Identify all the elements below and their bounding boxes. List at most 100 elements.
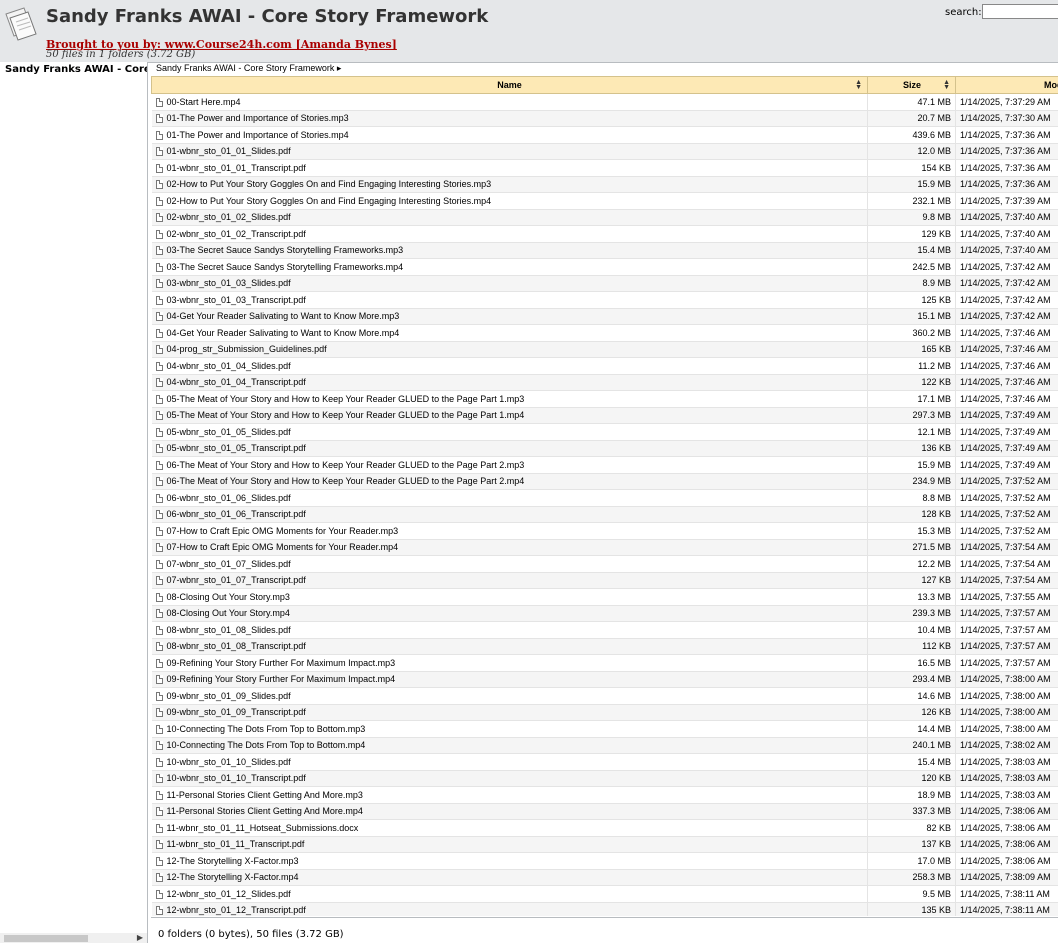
table-row[interactable]: 12-The Storytelling X-Factor.mp4258.3 MB…	[152, 869, 1058, 886]
table-row[interactable]: 07-How to Craft Epic OMG Moments for You…	[152, 539, 1058, 556]
table-row[interactable]: 12-wbnr_sto_01_12_Transcript.pdf135 KB1/…	[152, 902, 1058, 916]
file-name[interactable]: 01-The Power and Importance of Stories.m…	[167, 113, 349, 123]
file-name[interactable]: 12-The Storytelling X-Factor.mp3	[167, 856, 299, 866]
file-name-cell[interactable]: 09-Refining Your Story Further For Maxim…	[152, 655, 868, 672]
table-row[interactable]: 02-How to Put Your Story Goggles On and …	[152, 176, 1058, 193]
file-name[interactable]: 03-wbnr_sto_01_03_Transcript.pdf	[167, 295, 306, 305]
file-name-cell[interactable]: 03-The Secret Sauce Sandys Storytelling …	[152, 259, 868, 276]
file-name-cell[interactable]: 05-The Meat of Your Story and How to Kee…	[152, 391, 868, 408]
file-name[interactable]: 09-Refining Your Story Further For Maxim…	[167, 658, 396, 668]
file-name-cell[interactable]: 01-The Power and Importance of Stories.m…	[152, 127, 868, 144]
table-row[interactable]: 11-wbnr_sto_01_11_Hotseat_Submissions.do…	[152, 820, 1058, 837]
file-name-cell[interactable]: 04-wbnr_sto_01_04_Slides.pdf	[152, 358, 868, 375]
table-row[interactable]: 03-The Secret Sauce Sandys Storytelling …	[152, 242, 1058, 259]
file-name[interactable]: 07-How to Craft Epic OMG Moments for You…	[167, 526, 399, 536]
table-row[interactable]: 04-Get Your Reader Salivating to Want to…	[152, 325, 1058, 342]
file-name[interactable]: 01-wbnr_sto_01_01_Slides.pdf	[167, 146, 291, 156]
file-name[interactable]: 06-wbnr_sto_01_06_Slides.pdf	[167, 493, 291, 503]
scroll-right-arrow-icon[interactable]: ▶	[137, 933, 143, 943]
file-name-cell[interactable]: 10-Connecting The Dots From Top to Botto…	[152, 737, 868, 754]
file-name[interactable]: 03-The Secret Sauce Sandys Storytelling …	[167, 245, 404, 255]
file-name[interactable]: 04-Get Your Reader Salivating to Want to…	[167, 328, 400, 338]
file-name[interactable]: 11-Personal Stories Client Getting And M…	[167, 790, 363, 800]
file-name[interactable]: 03-The Secret Sauce Sandys Storytelling …	[167, 262, 404, 272]
file-name[interactable]: 08-Closing Out Your Story.mp4	[167, 608, 290, 618]
file-name-cell[interactable]: 09-wbnr_sto_01_09_Slides.pdf	[152, 688, 868, 705]
file-name[interactable]: 09-wbnr_sto_01_09_Transcript.pdf	[167, 707, 306, 717]
file-name-cell[interactable]: 07-How to Craft Epic OMG Moments for You…	[152, 523, 868, 540]
file-name[interactable]: 12-wbnr_sto_01_12_Slides.pdf	[167, 889, 291, 899]
table-row[interactable]: 08-wbnr_sto_01_08_Transcript.pdf112 KB1/…	[152, 638, 1058, 655]
file-name[interactable]: 04-Get Your Reader Salivating to Want to…	[167, 311, 400, 321]
file-name-cell[interactable]: 06-wbnr_sto_01_06_Slides.pdf	[152, 490, 868, 507]
file-name-cell[interactable]: 03-wbnr_sto_01_03_Slides.pdf	[152, 275, 868, 292]
file-name-cell[interactable]: 02-How to Put Your Story Goggles On and …	[152, 193, 868, 210]
file-name[interactable]: 11-wbnr_sto_01_11_Hotseat_Submissions.do…	[167, 823, 359, 833]
file-name[interactable]: 12-wbnr_sto_01_12_Transcript.pdf	[167, 905, 306, 915]
file-name-cell[interactable]: 08-Closing Out Your Story.mp4	[152, 605, 868, 622]
file-name[interactable]: 05-The Meat of Your Story and How to Kee…	[167, 394, 525, 404]
column-header-size[interactable]: Size▲▼	[868, 77, 956, 94]
file-name[interactable]: 08-wbnr_sto_01_08_Slides.pdf	[167, 625, 291, 635]
table-row[interactable]: 01-The Power and Importance of Stories.m…	[152, 110, 1058, 127]
table-row[interactable]: 00-Start Here.mp447.1 MB1/14/2025, 7:37:…	[152, 94, 1058, 111]
file-name[interactable]: 04-wbnr_sto_01_04_Transcript.pdf	[167, 377, 306, 387]
file-name-cell[interactable]: 10-wbnr_sto_01_10_Transcript.pdf	[152, 770, 868, 787]
file-name[interactable]: 09-Refining Your Story Further For Maxim…	[167, 674, 396, 684]
table-row[interactable]: 10-wbnr_sto_01_10_Slides.pdf15.4 MB1/14/…	[152, 754, 1058, 771]
tree-horizontal-scrollbar[interactable]: ▶	[0, 933, 147, 943]
file-name-cell[interactable]: 07-wbnr_sto_01_07_Slides.pdf	[152, 556, 868, 573]
table-row[interactable]: 01-wbnr_sto_01_01_Slides.pdf12.0 MB1/14/…	[152, 143, 1058, 160]
file-name[interactable]: 07-wbnr_sto_01_07_Slides.pdf	[167, 559, 291, 569]
file-name-cell[interactable]: 04-Get Your Reader Salivating to Want to…	[152, 325, 868, 342]
file-name-cell[interactable]: 11-wbnr_sto_01_11_Transcript.pdf	[152, 836, 868, 853]
table-row[interactable]: 01-The Power and Importance of Stories.m…	[152, 127, 1058, 144]
file-name-cell[interactable]: 11-Personal Stories Client Getting And M…	[152, 787, 868, 804]
file-name[interactable]: 04-prog_str_Submission_Guidelines.pdf	[167, 344, 327, 354]
file-name[interactable]: 08-Closing Out Your Story.mp3	[167, 592, 290, 602]
file-name-cell[interactable]: 10-wbnr_sto_01_10_Slides.pdf	[152, 754, 868, 771]
file-name[interactable]: 10-Connecting The Dots From Top to Botto…	[167, 740, 366, 750]
table-row[interactable]: 10-Connecting The Dots From Top to Botto…	[152, 721, 1058, 738]
table-row[interactable]: 06-wbnr_sto_01_06_Transcript.pdf128 KB1/…	[152, 506, 1058, 523]
table-row[interactable]: 07-wbnr_sto_01_07_Slides.pdf12.2 MB1/14/…	[152, 556, 1058, 573]
table-row[interactable]: 10-wbnr_sto_01_10_Transcript.pdf120 KB1/…	[152, 770, 1058, 787]
table-row[interactable]: 04-Get Your Reader Salivating to Want to…	[152, 308, 1058, 325]
file-name[interactable]: 01-wbnr_sto_01_01_Transcript.pdf	[167, 163, 306, 173]
file-name[interactable]: 08-wbnr_sto_01_08_Transcript.pdf	[167, 641, 306, 651]
table-row[interactable]: 12-The Storytelling X-Factor.mp317.0 MB1…	[152, 853, 1058, 870]
file-name[interactable]: 07-How to Craft Epic OMG Moments for You…	[167, 542, 399, 552]
table-row[interactable]: 03-wbnr_sto_01_03_Transcript.pdf125 KB1/…	[152, 292, 1058, 309]
file-name-cell[interactable]: 04-prog_str_Submission_Guidelines.pdf	[152, 341, 868, 358]
file-name[interactable]: 01-The Power and Importance of Stories.m…	[167, 130, 349, 140]
file-name-cell[interactable]: 02-wbnr_sto_01_02_Slides.pdf	[152, 209, 868, 226]
table-row[interactable]: 06-The Meat of Your Story and How to Kee…	[152, 457, 1058, 474]
file-name[interactable]: 02-How to Put Your Story Goggles On and …	[167, 196, 492, 206]
table-row[interactable]: 07-How to Craft Epic OMG Moments for You…	[152, 523, 1058, 540]
table-row[interactable]: 03-wbnr_sto_01_03_Slides.pdf8.9 MB1/14/2…	[152, 275, 1058, 292]
file-name[interactable]: 05-The Meat of Your Story and How to Kee…	[167, 410, 525, 420]
table-row[interactable]: 08-wbnr_sto_01_08_Slides.pdf10.4 MB1/14/…	[152, 622, 1058, 639]
file-name-cell[interactable]: 01-The Power and Importance of Stories.m…	[152, 110, 868, 127]
file-name[interactable]: 10-wbnr_sto_01_10_Transcript.pdf	[167, 773, 306, 783]
file-name[interactable]: 06-The Meat of Your Story and How to Kee…	[167, 460, 525, 470]
table-row[interactable]: 02-wbnr_sto_01_02_Slides.pdf9.8 MB1/14/2…	[152, 209, 1058, 226]
file-name[interactable]: 12-The Storytelling X-Factor.mp4	[167, 872, 299, 882]
table-row[interactable]: 09-wbnr_sto_01_09_Slides.pdf14.6 MB1/14/…	[152, 688, 1058, 705]
breadcrumb[interactable]: Sandy Franks AWAI - Core Story Framework…	[156, 63, 341, 74]
table-row[interactable]: 01-wbnr_sto_01_01_Transcript.pdf154 KB1/…	[152, 160, 1058, 177]
file-name-cell[interactable]: 11-wbnr_sto_01_11_Hotseat_Submissions.do…	[152, 820, 868, 837]
column-header-name[interactable]: Name▲▼	[152, 77, 868, 94]
table-row[interactable]: 02-wbnr_sto_01_02_Transcript.pdf129 KB1/…	[152, 226, 1058, 243]
column-header-modified[interactable]: Modified	[956, 77, 1058, 94]
file-name[interactable]: 04-wbnr_sto_01_04_Slides.pdf	[167, 361, 291, 371]
file-name-cell[interactable]: 05-wbnr_sto_01_05_Transcript.pdf	[152, 440, 868, 457]
table-row[interactable]: 09-Refining Your Story Further For Maxim…	[152, 655, 1058, 672]
file-name-cell[interactable]: 08-wbnr_sto_01_08_Transcript.pdf	[152, 638, 868, 655]
file-name-cell[interactable]: 08-Closing Out Your Story.mp3	[152, 589, 868, 606]
table-row[interactable]: 04-prog_str_Submission_Guidelines.pdf165…	[152, 341, 1058, 358]
file-name[interactable]: 11-Personal Stories Client Getting And M…	[167, 806, 363, 816]
file-name-cell[interactable]: 06-The Meat of Your Story and How to Kee…	[152, 457, 868, 474]
file-name-cell[interactable]: 08-wbnr_sto_01_08_Slides.pdf	[152, 622, 868, 639]
file-name-cell[interactable]: 05-wbnr_sto_01_05_Slides.pdf	[152, 424, 868, 441]
